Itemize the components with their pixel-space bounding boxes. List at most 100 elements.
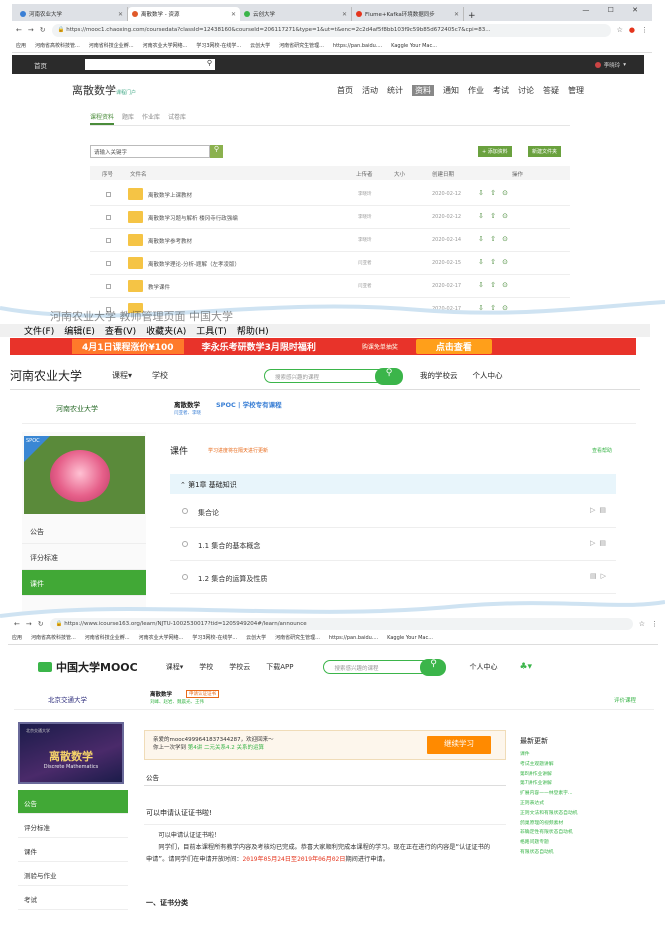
file-name[interactable]: 离散数学理论-分析-题解（左孝凌版）: [148, 260, 240, 268]
continue-learning-button[interactable]: 继续学习: [427, 736, 491, 754]
top-search-input[interactable]: ⚲: [85, 59, 215, 70]
bookmark-item[interactable]: 学习3网校-在线学...: [192, 634, 237, 641]
evaluate-course-link[interactable]: 评价课程: [614, 696, 636, 704]
sidebar-item-courseware[interactable]: 课件: [18, 838, 128, 862]
update-link[interactable]: 鸽巢原理的视频素材: [520, 819, 578, 829]
file-name[interactable]: 教学课件: [148, 283, 170, 291]
table-row[interactable]: 离散数学上课教材 李晓玲 2020-02-12 ⇩ ⇧ ⊙: [90, 184, 570, 206]
cert-badge[interactable]: 申请认证证书: [186, 690, 219, 698]
subtab[interactable]: 题库: [122, 112, 134, 125]
course-title[interactable]: 离散数学: [150, 690, 172, 698]
update-link[interactable]: 扩展内容——林登素字...: [520, 789, 578, 799]
update-link[interactable]: 考试主观题讲解: [520, 760, 578, 770]
update-link[interactable]: 第8讲作业讲解: [520, 770, 578, 780]
update-link[interactable]: 非确定性有限状态自动机: [520, 828, 578, 838]
star-icon[interactable]: ☆: [639, 620, 645, 628]
table-row[interactable]: 离散数学习题与解析 楼冈寺行政强编 李晓玲 2020-02-12 ⇩ ⇧ ⊙: [90, 207, 570, 229]
row-actions-icon[interactable]: ⇩ ⇧ ⊙: [478, 235, 510, 243]
search-icon[interactable]: ⚲: [210, 145, 223, 158]
update-link[interactable]: 第7讲作业讲解: [520, 779, 578, 789]
my-school-cloud-link[interactable]: 我的学校云: [420, 370, 458, 381]
menu-view[interactable]: 查看(V): [105, 324, 136, 337]
row-checkbox[interactable]: [106, 215, 111, 220]
bookmark-item[interactable]: 云创大学: [246, 634, 266, 641]
search-icon[interactable]: ⚲: [207, 59, 212, 67]
browser-tab-active[interactable]: 离散数学 - 资源 ✕: [128, 7, 240, 21]
bookmark-item[interactable]: 河南省科技企业孵...: [89, 42, 134, 49]
table-row[interactable]: 离散数学参考教材 李晓玲 2020-02-14 ⇩ ⇧ ⊙: [90, 230, 570, 252]
menu-edit[interactable]: 编辑(E): [64, 324, 95, 337]
chapter-header[interactable]: ⌃ 第1章 基础知识: [170, 474, 616, 494]
school-brand[interactable]: 河南农业大学: [10, 367, 82, 384]
personal-center-link[interactable]: 个人中心: [473, 370, 503, 381]
last-study-link[interactable]: 第4讲 二元关系4.2 关系的运算: [188, 745, 264, 751]
back-icon[interactable]: ←: [16, 26, 22, 34]
bookmark-item[interactable]: 河南省高校科技管...: [31, 634, 76, 641]
menu-item-active[interactable]: 资料: [412, 84, 434, 96]
file-name[interactable]: 离散数学上课教材: [148, 191, 192, 199]
nav-course[interactable]: 课程▾: [166, 662, 184, 672]
new-tab-button[interactable]: +: [468, 11, 476, 21]
lesson-item[interactable]: 1.2 集合的运算及性质 ▤▷: [170, 562, 616, 594]
row-checkbox[interactable]: [106, 238, 111, 243]
menu-item[interactable]: 讨论: [518, 85, 534, 96]
nav-school[interactable]: 学校: [199, 662, 213, 672]
row-actions-icon[interactable]: ⇩ ⇧ ⊙: [478, 212, 510, 220]
row-actions-icon[interactable]: ⇩ ⇧ ⊙: [478, 258, 510, 266]
lesson-item[interactable]: 1.1 集合的基本概念 ▷▤: [170, 529, 616, 561]
bookmark-item[interactable]: 河南农业大学网络...: [143, 42, 188, 49]
promo-banner[interactable]: 4月1日课程涨价¥100 李永乐考研数学3月限时福利 购课免单抽奖 点击查看: [10, 338, 636, 355]
close-icon[interactable]: ✕: [231, 11, 236, 18]
play-doc-icons[interactable]: ▷▤: [590, 506, 610, 514]
reload-icon[interactable]: ↻: [40, 26, 46, 34]
user-menu[interactable]: 李晓玲 ▾: [594, 61, 626, 69]
forward-icon[interactable]: →: [28, 26, 34, 34]
new-folder-button[interactable]: 新建文件夹: [528, 146, 562, 157]
resource-search-input[interactable]: 请输入关键字: [90, 145, 210, 158]
row-checkbox[interactable]: [106, 192, 111, 197]
mooc-logo[interactable]: 中国大学MOOC: [38, 659, 138, 675]
menu-item[interactable]: 考试: [493, 85, 509, 96]
close-icon[interactable]: ✕: [118, 11, 123, 18]
url-field[interactable]: 🔒 https://mooc1.chaoxing.com/coursedata?…: [51, 23, 611, 37]
bookmark-item[interactable]: 云创大学: [250, 42, 270, 49]
bookmark-item[interactable]: 河南省研究生管理...: [279, 42, 324, 49]
doc-play-icons[interactable]: ▤▷: [590, 572, 610, 580]
search-icon[interactable]: ⚲: [375, 367, 404, 385]
menu-item[interactable]: 首页: [337, 85, 353, 96]
table-row[interactable]: 离散数学理论-分析-题解（左孝凌版） 闫亚者 2020-02-15 ⇩ ⇧ ⊙: [90, 253, 570, 275]
url-field[interactable]: 🔒 https://www.icourse163.org/learn/NJTU-…: [49, 618, 633, 630]
file-name[interactable]: 离散数学参考教材: [148, 237, 192, 245]
subtab-active[interactable]: 课程资料: [90, 112, 115, 125]
lesson-item[interactable]: 集合论 ▷▤: [170, 496, 616, 528]
nav-download-app[interactable]: 下载APP: [266, 662, 293, 672]
menu-icon[interactable]: ⋮: [641, 26, 648, 34]
play-doc-icons[interactable]: ▷▤: [590, 539, 610, 547]
menu-item[interactable]: 统计: [387, 85, 403, 96]
forward-icon[interactable]: →: [26, 620, 32, 628]
bookmark-item[interactable]: 应用: [12, 634, 22, 641]
row-checkbox[interactable]: [106, 284, 111, 289]
nav-course[interactable]: 课程▾: [112, 370, 132, 381]
row-actions-icon[interactable]: ⇩ ⇧ ⊙: [478, 189, 510, 197]
bookmark-item[interactable]: Kaggle Your Mac...: [391, 43, 437, 49]
back-icon[interactable]: ←: [14, 620, 20, 628]
sidebar-item-quiz[interactable]: 测验与作业: [18, 862, 128, 886]
menu-help[interactable]: 帮助(H): [237, 324, 269, 337]
reload-icon[interactable]: ↻: [38, 620, 44, 628]
table-row[interactable]: 教学课件 闫亚者 2020-02-17 ⇩ ⇧ ⊙: [90, 276, 570, 298]
sidebar-item-grading[interactable]: 评分标准: [18, 814, 128, 838]
menu-favorites[interactable]: 收藏夹(A): [146, 324, 186, 337]
bookmark-item[interactable]: Kaggle Your Mac...: [387, 635, 433, 641]
sidebar-item-courseware[interactable]: 课件: [22, 570, 146, 596]
sidebar-item-announce[interactable]: 公告: [22, 518, 146, 544]
browser-tab[interactable]: 云创大学 ✕: [240, 7, 352, 21]
menu-file[interactable]: 文件(F): [24, 324, 54, 337]
star-icon[interactable]: ☆: [617, 26, 623, 34]
update-link[interactable]: 课件: [520, 750, 578, 760]
course-search-input[interactable]: 搜索感兴趣的课程 ⚲: [264, 367, 404, 385]
menu-item[interactable]: 答疑: [543, 85, 559, 96]
extension-icon[interactable]: ●: [629, 26, 635, 34]
subtab[interactable]: 作业库: [142, 112, 160, 125]
update-link[interactable]: 有限状态自动机: [520, 848, 578, 858]
